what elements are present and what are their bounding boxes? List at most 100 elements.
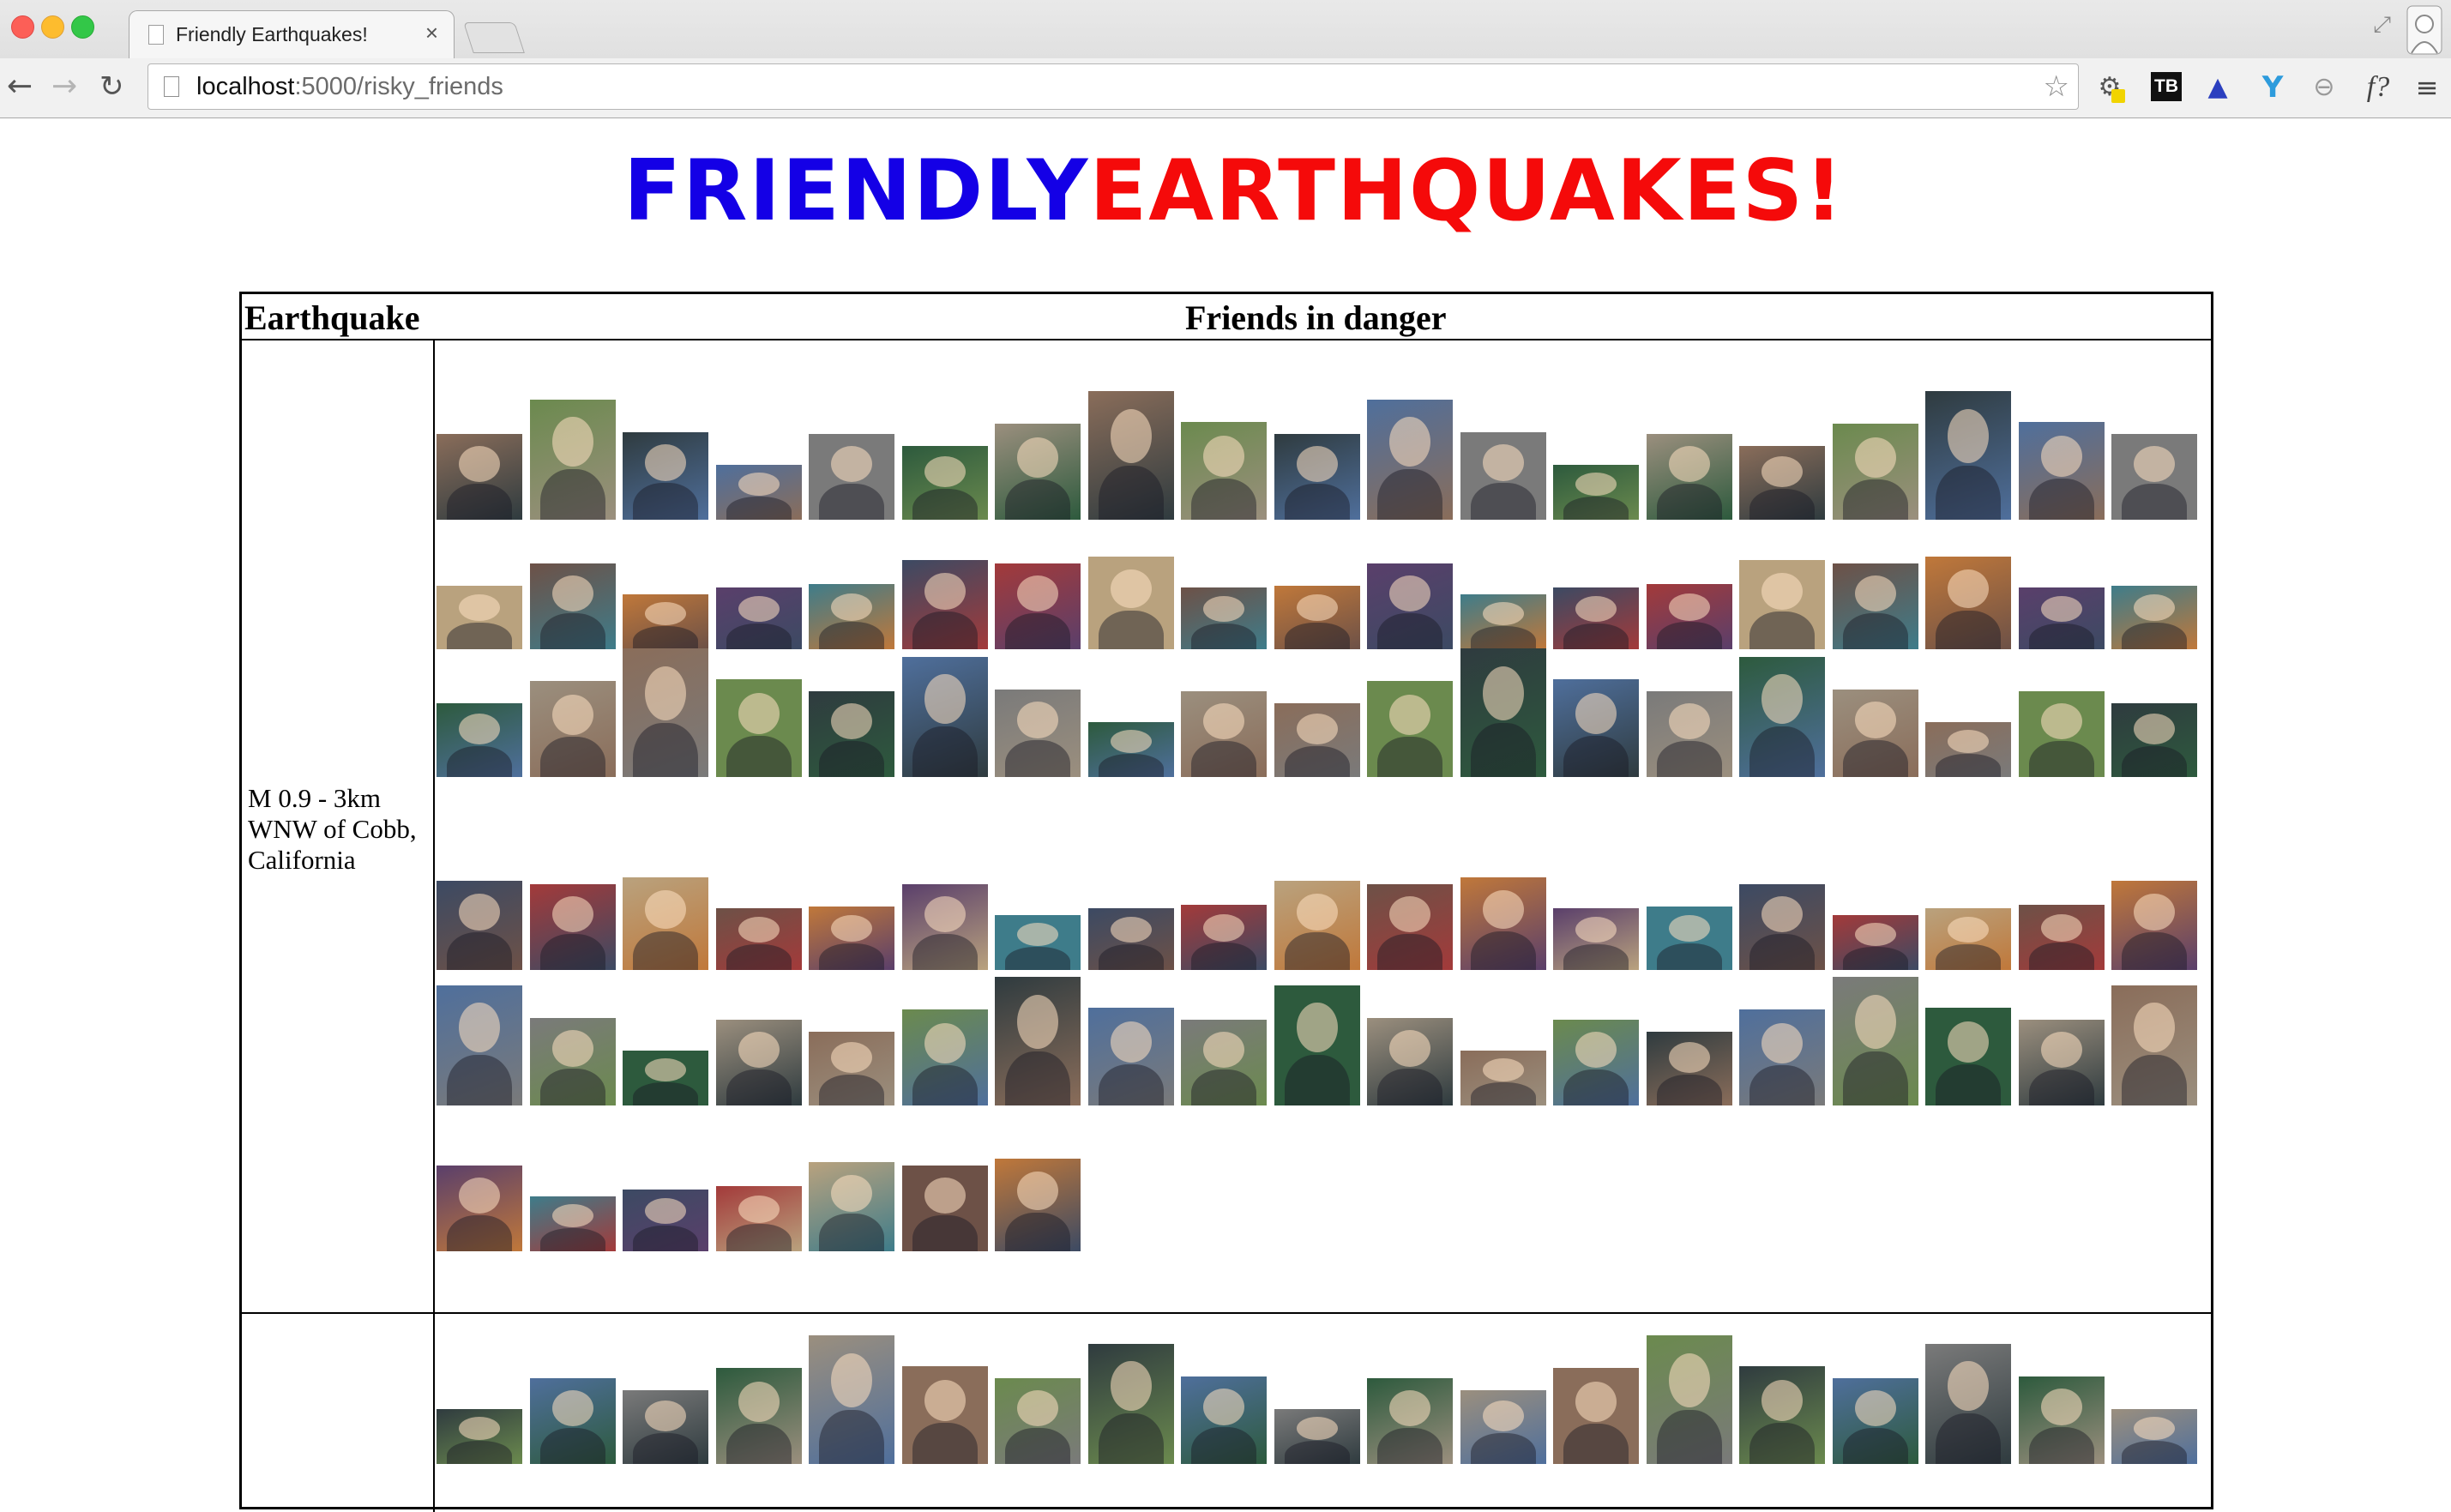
new-tab-button[interactable]	[463, 22, 525, 53]
url-text[interactable]: localhost:5000/risky_friends	[196, 73, 503, 101]
friend-photo	[995, 915, 1081, 970]
tb-extension-icon[interactable]: TB	[2151, 72, 2182, 101]
friend-photo	[1646, 1335, 1732, 1464]
friend-photo	[437, 985, 522, 1105]
friend-photo	[715, 1368, 802, 1464]
friend-photo	[623, 648, 708, 777]
friend-photo	[1739, 446, 1825, 520]
friend-photo	[715, 1020, 802, 1105]
menu-icon[interactable]: ≡	[2412, 70, 2442, 105]
friend-photo	[995, 690, 1081, 777]
back-button[interactable]: ←	[7, 65, 33, 108]
tab-title: Friendly Earthquakes!	[176, 23, 368, 45]
column-divider	[433, 340, 435, 1512]
friend-photo	[1460, 594, 1546, 649]
friend-photo	[1087, 722, 1174, 777]
toolbar: ← → ↻ localhost:5000/risky_friends ☆ ⚙ T…	[0, 58, 2451, 117]
url-path: :5000/risky_friends	[294, 73, 503, 100]
tab-friendly-earthquakes[interactable]: Friendly Earthquakes! ×	[129, 10, 455, 58]
friend-photo	[437, 703, 522, 777]
friend-photo	[1553, 465, 1639, 520]
friend-photo	[995, 563, 1081, 649]
friend-photo	[1739, 657, 1825, 777]
friend-photo	[1553, 587, 1639, 649]
friend-photo	[529, 563, 616, 649]
friend-photo	[1646, 907, 1732, 970]
user-profile-icon[interactable]	[2406, 5, 2442, 55]
friend-photo	[809, 1162, 894, 1251]
friend-photo	[437, 1409, 522, 1464]
block-extension-icon[interactable]: ⊖	[2307, 70, 2341, 105]
friend-photo	[2018, 422, 2105, 520]
url-host: localhost	[196, 73, 295, 100]
friend-photo	[529, 400, 616, 520]
tab-strip: Friendly Earthquakes! × ⤢	[0, 0, 2451, 58]
friend-photo	[1925, 1008, 2011, 1105]
friend-photo	[995, 977, 1081, 1105]
row-divider	[242, 1312, 2211, 1314]
friend-photo	[715, 679, 802, 777]
friend-photo	[1460, 877, 1546, 970]
friend-photo	[2111, 1409, 2197, 1464]
friend-photo	[1739, 560, 1825, 649]
friend-photo	[715, 908, 802, 970]
friend-photo	[529, 1378, 616, 1464]
friend-photo	[1087, 391, 1174, 520]
friend-photo	[1832, 690, 1918, 777]
friend-photo	[1367, 563, 1453, 649]
address-bar[interactable]: localhost:5000/risky_friends ☆	[148, 63, 2079, 110]
minimize-window-button[interactable]	[41, 15, 64, 39]
friend-photo	[1925, 391, 2011, 520]
friend-photo	[2018, 587, 2105, 649]
friend-photo	[1181, 1376, 1267, 1464]
friend-photo	[1087, 908, 1174, 970]
friend-photo	[1832, 424, 1918, 520]
friend-photo	[437, 1166, 522, 1251]
friend-photo	[901, 1009, 988, 1105]
site-logo: FRIENDLYEARTHQUAKES!	[623, 142, 1843, 240]
friend-photo	[901, 446, 988, 520]
friend-photo	[715, 587, 802, 649]
reload-button[interactable]: ↻	[99, 65, 124, 108]
friend-photo	[995, 424, 1081, 520]
friend-photo	[901, 884, 988, 970]
fullscreen-icon[interactable]: ⤢	[2373, 12, 2391, 39]
friend-photo	[715, 1186, 802, 1251]
risky-friends-table: Earthquake Friends in danger M 0.9 - 3km…	[239, 292, 2213, 1512]
friend-photo	[995, 1159, 1081, 1251]
friend-photo	[529, 884, 616, 970]
friend-photo	[1832, 563, 1918, 649]
friend-photo	[1925, 722, 2011, 777]
friend-photo	[809, 691, 894, 777]
friend-photo	[1274, 434, 1360, 520]
tab-close-icon[interactable]: ×	[425, 21, 438, 44]
friend-photo	[1181, 587, 1267, 649]
maximize-window-button[interactable]	[71, 15, 94, 39]
friend-photo	[901, 1366, 988, 1464]
map-extension-icon[interactable]: ▲	[2201, 70, 2235, 105]
friend-photo	[1553, 908, 1639, 970]
friend-photo	[1460, 1051, 1546, 1105]
puzzle-extension-icon[interactable]: ⚙	[2093, 70, 2127, 105]
friend-photo	[529, 1018, 616, 1105]
friend-photo	[809, 1032, 894, 1105]
page-info-icon[interactable]	[164, 76, 179, 97]
friend-photo	[437, 586, 522, 649]
friend-photo	[2111, 985, 2197, 1105]
friend-photo	[2018, 1020, 2105, 1105]
friend-photo	[809, 434, 894, 520]
earthquake-name: M 0.9 - 3km WNW of Cobb, California	[248, 783, 417, 875]
close-window-button[interactable]	[11, 15, 34, 39]
fquery-extension-icon[interactable]: f?	[2358, 70, 2398, 105]
logo-friendly: FRIENDLY	[623, 142, 1090, 240]
friend-photo	[1553, 679, 1639, 777]
y-extension-icon[interactable]: Y	[2255, 70, 2290, 105]
friend-photo	[1739, 1366, 1825, 1464]
friend-photo	[623, 1051, 708, 1105]
friend-photo	[901, 657, 988, 777]
friend-photo	[1087, 1344, 1174, 1464]
forward-button[interactable]: →	[51, 65, 77, 108]
friend-photo	[2018, 691, 2105, 777]
bookmark-star-icon[interactable]: ☆	[2044, 69, 2069, 104]
friend-photo	[2018, 1376, 2105, 1464]
